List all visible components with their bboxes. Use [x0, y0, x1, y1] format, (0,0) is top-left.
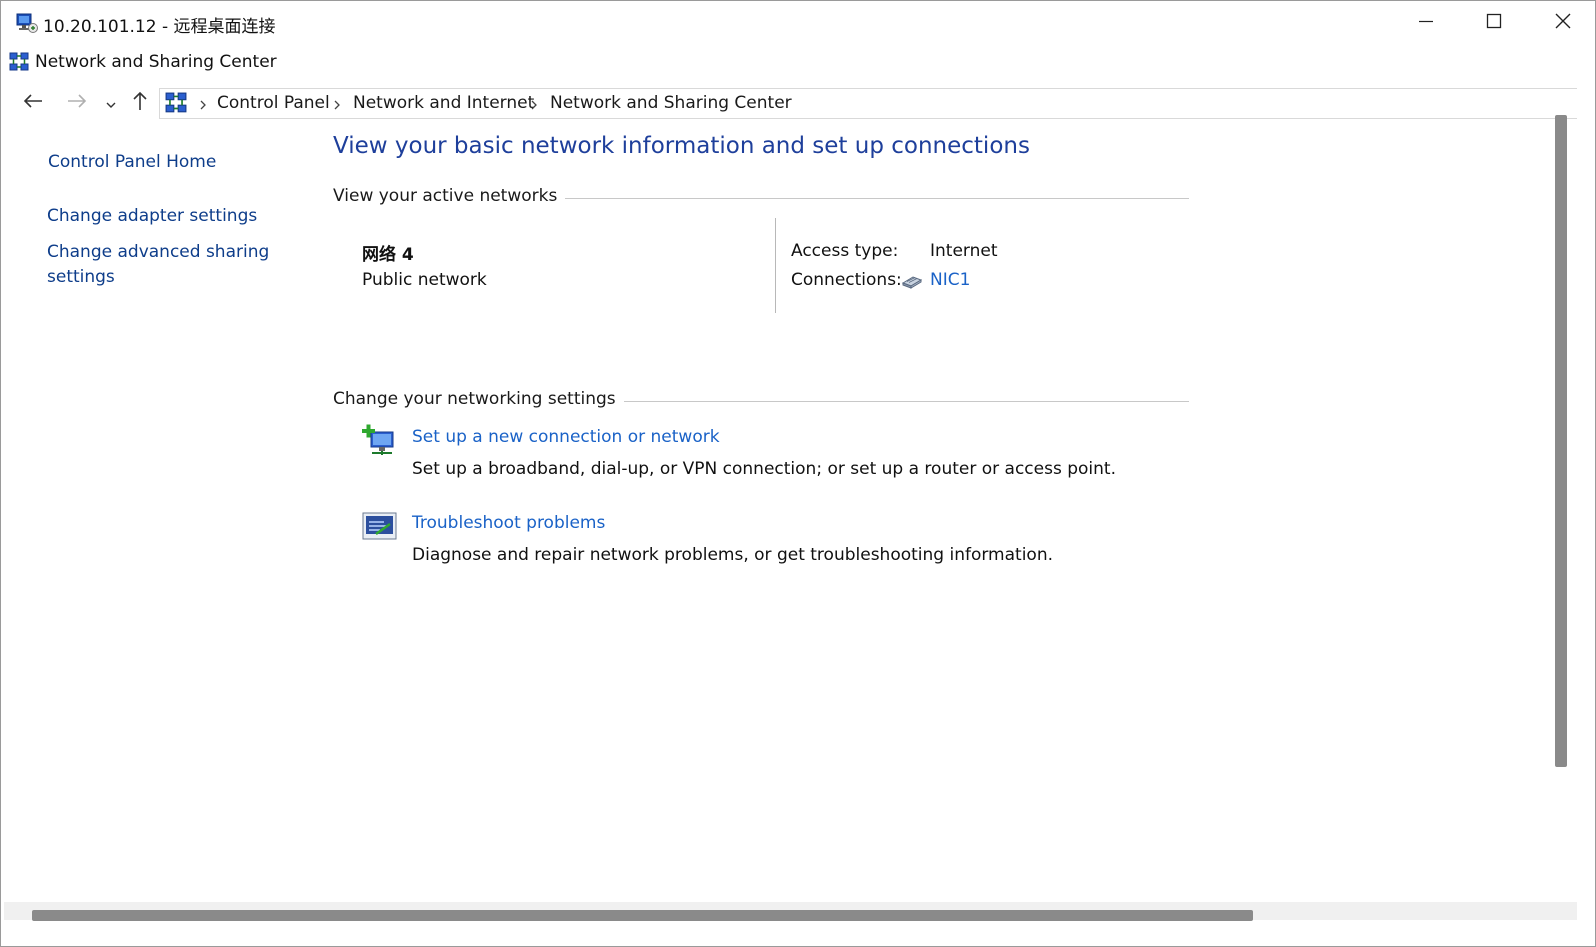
- connections-label: Connections:: [791, 270, 902, 290]
- back-arrow-icon: [23, 93, 43, 113]
- chevron-right-icon[interactable]: [332, 97, 342, 111]
- explorer-window-title: Network and Sharing Center: [35, 52, 277, 72]
- breadcrumb-control-panel[interactable]: Control Panel: [217, 93, 330, 113]
- troubleshoot-icon: [362, 510, 398, 544]
- remote-desktop-window: 10.20.101.12 - 远程桌面连接 Network and Sharin…: [0, 0, 1596, 947]
- network-center-icon: [165, 92, 187, 114]
- vertical-scrollbar[interactable]: [1555, 115, 1567, 767]
- up-arrow-icon: [132, 91, 148, 115]
- change-adapter-settings-link[interactable]: Change adapter settings: [47, 204, 257, 229]
- forward-button[interactable]: [62, 88, 92, 118]
- chevron-right-icon[interactable]: [529, 97, 539, 111]
- remote-desktop-icon: [16, 12, 38, 34]
- up-button[interactable]: [127, 88, 153, 118]
- network-center-icon: [9, 52, 29, 72]
- minimize-button[interactable]: [1392, 1, 1460, 45]
- chevron-down-icon: [106, 94, 116, 113]
- horizontal-scrollbar-thumb[interactable]: [32, 910, 1253, 921]
- breadcrumb-network-sharing-center[interactable]: Network and Sharing Center: [550, 93, 792, 113]
- navigation-bar: Control Panel Network and Internet Netwo…: [4, 88, 1577, 120]
- left-pane: Control Panel Home Change adapter settin…: [4, 120, 314, 920]
- chevron-right-icon[interactable]: [198, 97, 208, 111]
- rdp-window-title: 10.20.101.12 - 远程桌面连接: [43, 17, 276, 37]
- active-networks-heading: View your active networks: [333, 186, 566, 206]
- networking-settings-heading: Change your networking settings: [333, 389, 624, 409]
- explorer-titlebar: Network and Sharing Center: [4, 45, 1577, 83]
- troubleshoot-problems-link[interactable]: Troubleshoot problems: [412, 513, 605, 533]
- address-bar[interactable]: Control Panel Network and Internet Netwo…: [159, 88, 1577, 119]
- vertical-divider: [775, 218, 776, 313]
- maximize-icon: [1486, 13, 1502, 33]
- minimize-icon: [1418, 13, 1434, 33]
- setup-new-connection-link[interactable]: Set up a new connection or network: [412, 427, 720, 447]
- maximize-button[interactable]: [1460, 1, 1528, 45]
- page-title: View your basic network information and …: [333, 133, 1030, 159]
- recent-locations-button[interactable]: [102, 88, 120, 118]
- access-type-value: Internet: [930, 241, 998, 261]
- change-advanced-sharing-link[interactable]: Change advanced sharing settings: [47, 240, 277, 290]
- network-name: 网络 4: [362, 245, 414, 265]
- breadcrumb-network-and-internet[interactable]: Network and Internet: [353, 93, 534, 113]
- setup-new-connection-description: Set up a broadband, dial-up, or VPN conn…: [412, 459, 1116, 479]
- network-sharing-center-window: Network and Sharing Center Control Panel…: [4, 45, 1577, 945]
- access-type-label: Access type:: [791, 241, 899, 261]
- rdp-titlebar[interactable]: 10.20.101.12 - 远程桌面连接: [1, 1, 1595, 45]
- control-panel-home-link[interactable]: Control Panel Home: [48, 150, 216, 175]
- new-connection-icon: [362, 424, 398, 458]
- forward-arrow-icon: [67, 93, 87, 113]
- section-divider: [599, 401, 1189, 402]
- ethernet-adapter-icon: [901, 274, 923, 289]
- close-icon: [1554, 12, 1572, 34]
- close-button[interactable]: [1529, 1, 1596, 45]
- back-button[interactable]: [18, 88, 48, 118]
- network-category: Public network: [362, 270, 487, 290]
- troubleshoot-problems-description: Diagnose and repair network problems, or…: [412, 545, 1054, 565]
- section-divider: [533, 198, 1189, 199]
- connection-nic1-link[interactable]: NIC1: [930, 270, 970, 290]
